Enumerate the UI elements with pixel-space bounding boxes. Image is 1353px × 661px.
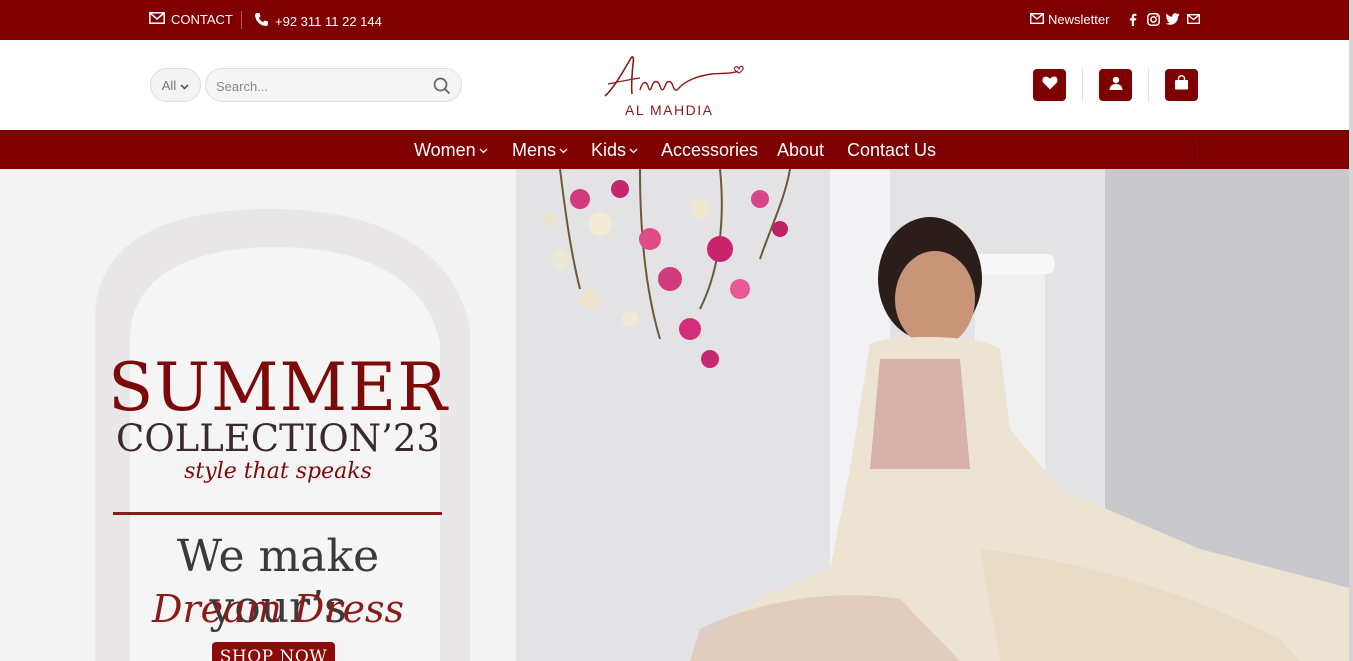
account-button[interactable]	[1099, 69, 1132, 101]
hero-subtitle: COLLECTION’23	[116, 417, 440, 460]
twitter-icon[interactable]	[1166, 12, 1180, 26]
header-divider	[1148, 68, 1149, 102]
site-header: All AL MAHDIA	[0, 40, 1353, 130]
envelope-icon	[149, 12, 165, 27]
cart-button[interactable]	[1165, 69, 1198, 101]
contact-link[interactable]: CONTACT	[149, 12, 233, 27]
topbar-divider	[241, 11, 242, 29]
nav-item-kids[interactable]: Kids	[591, 140, 638, 161]
heart-icon	[1041, 76, 1058, 95]
hero-headline-script: Dream Dress	[151, 587, 404, 631]
nav-item-contact-us[interactable]: Contact Us	[847, 140, 936, 161]
nav-item-women[interactable]: Women	[414, 140, 488, 161]
hero-tagline: style that speaks	[184, 459, 372, 484]
nav-item-label: About	[777, 140, 825, 160]
search-icon[interactable]	[432, 76, 452, 96]
category-select-value: All	[161, 77, 177, 93]
phone-icon	[254, 12, 269, 30]
nav-item-mens[interactable]: Mens	[512, 140, 568, 161]
hero-divider	[113, 512, 442, 515]
top-bar: CONTACT +92 311 11 22 144 Newsletter	[0, 0, 1353, 40]
newsletter-link[interactable]: Newsletter	[1029, 12, 1110, 27]
shopping-bag-icon	[1174, 75, 1189, 95]
nav-divider	[1199, 138, 1200, 162]
hero-title: SUMMER	[108, 349, 448, 426]
wishlist-button[interactable]	[1033, 69, 1066, 101]
search-box	[205, 68, 462, 102]
envelope-icon	[1029, 12, 1045, 27]
logo-mark	[604, 56, 744, 97]
hero-banner[interactable]: SUMMER COLLECTION’23 style that speaks W…	[0, 169, 1353, 661]
facebook-icon[interactable]	[1126, 12, 1140, 26]
email-icon[interactable]	[1186, 12, 1200, 26]
instagram-icon[interactable]	[1146, 12, 1160, 26]
chevron-down-icon	[559, 148, 568, 154]
site-logo[interactable]: AL MAHDIA	[600, 52, 750, 120]
nav-item-label: Kids	[591, 140, 627, 160]
header-divider	[1082, 68, 1083, 102]
nav-item-label: Mens	[512, 140, 557, 160]
nav-item-accessories[interactable]: Accessories	[661, 140, 758, 161]
category-select[interactable]: All	[150, 68, 201, 102]
newsletter-label: Newsletter	[1048, 12, 1110, 27]
user-icon	[1109, 76, 1123, 95]
nav-item-label: Contact Us	[847, 140, 937, 160]
chevron-down-icon	[180, 78, 189, 93]
shop-now-button[interactable]: SHOP NOW	[212, 642, 335, 661]
contact-label: CONTACT	[171, 12, 233, 27]
chevron-down-icon	[629, 148, 638, 154]
chevron-down-icon	[479, 148, 488, 154]
nav-item-label: Accessories	[661, 140, 759, 160]
nav-item-label: Women	[414, 140, 476, 160]
phone-link[interactable]: +92 311 11 22 144	[254, 12, 382, 30]
social-links	[1126, 12, 1200, 26]
logo-text: AL MAHDIA	[625, 102, 714, 118]
phone-number: +92 311 11 22 144	[275, 13, 382, 29]
nav-item-about[interactable]: About	[777, 140, 824, 161]
search-input[interactable]	[216, 76, 416, 96]
scrollbar[interactable]	[1349, 0, 1353, 661]
main-nav: Women Mens Kids Accessories About Contac…	[0, 130, 1353, 169]
